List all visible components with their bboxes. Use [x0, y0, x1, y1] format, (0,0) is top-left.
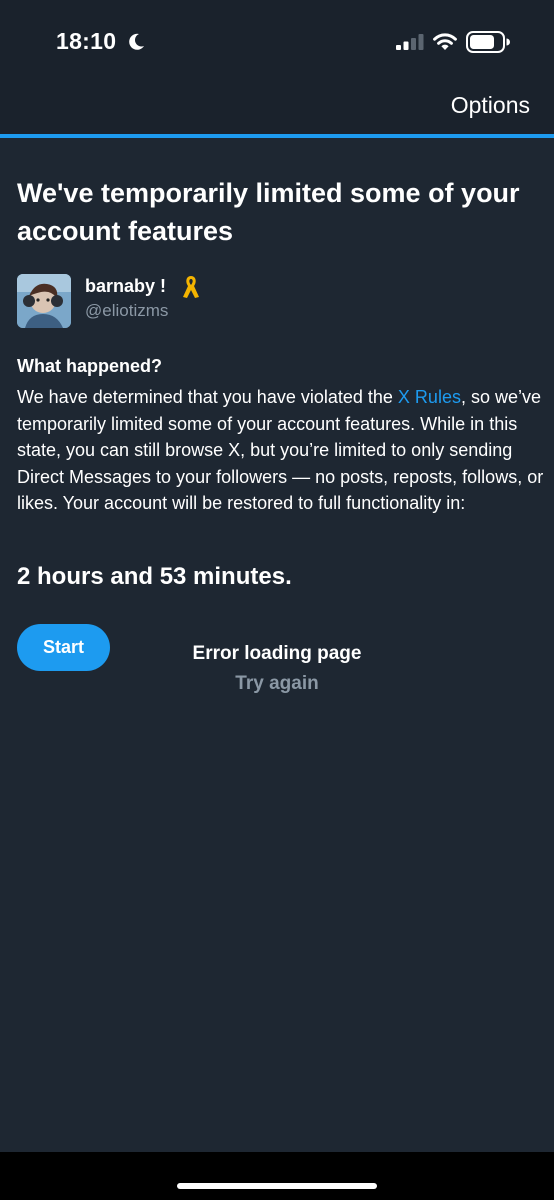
home-indicator[interactable] [177, 1183, 377, 1189]
page-title: We've temporarily limited some of your a… [17, 178, 520, 246]
ribbon-icon [183, 276, 199, 298]
battery-icon [466, 31, 510, 53]
wifi-icon [433, 33, 457, 50]
avatar-image [17, 274, 71, 328]
status-bar: 18:10 [0, 0, 554, 80]
moon-icon [129, 33, 144, 50]
status-time: 18:10 [56, 28, 117, 54]
try-again-button[interactable]: Try again [150, 673, 404, 695]
section-heading: What happened? [17, 356, 162, 376]
start-button[interactable]: Start [17, 624, 110, 671]
options-button[interactable]: Options [451, 92, 530, 119]
accent-line [0, 134, 554, 138]
error-message: Error loading page [192, 643, 362, 664]
top-bar: 18:10 Options [0, 0, 554, 134]
bottom-bar [0, 1152, 554, 1200]
violation-description: We have determined that you have violate… [17, 384, 545, 517]
avatar[interactable] [17, 274, 71, 328]
x-rules-link[interactable]: X Rules [398, 387, 461, 407]
user-handle: @eliotizms [85, 301, 169, 320]
restriction-countdown: 2 hours and 53 minutes. [17, 563, 292, 590]
user-display-name: barnaby ! [85, 276, 167, 296]
signal-icon [396, 34, 424, 50]
description-text-start: We have determined that you have violate… [17, 387, 398, 407]
